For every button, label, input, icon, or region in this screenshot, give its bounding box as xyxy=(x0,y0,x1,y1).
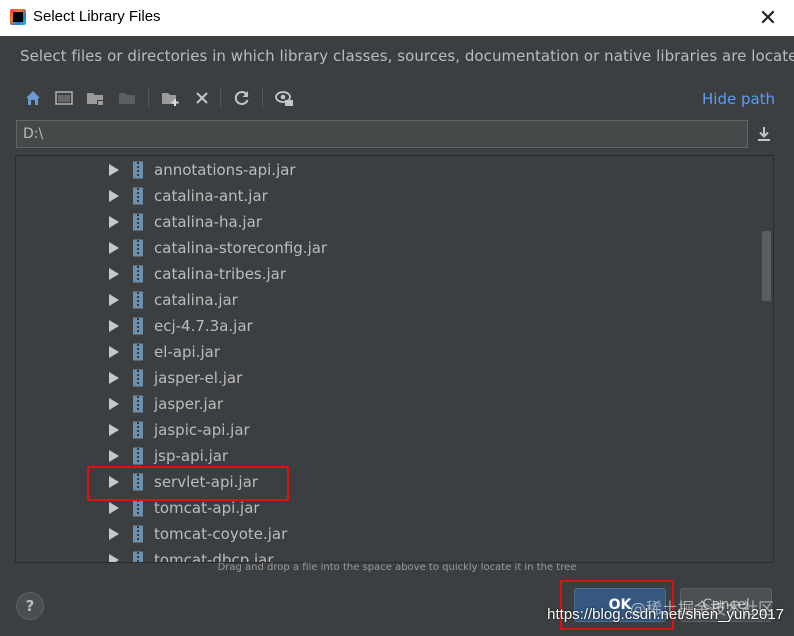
hide-path-link[interactable]: Hide path xyxy=(702,90,775,108)
dialog-description: Select files or directories in which lib… xyxy=(20,47,794,65)
tree-item-label: el-api.jar xyxy=(154,343,220,361)
tree-item-label: jaspic-api.jar xyxy=(154,421,250,439)
tree-item-label: catalina-ha.jar xyxy=(154,213,262,231)
expand-arrow-icon[interactable] xyxy=(109,502,119,514)
tree-item[interactable]: catalina-tribes.jar xyxy=(16,262,756,288)
tree-item-label: jasper.jar xyxy=(154,395,224,413)
jar-file-icon xyxy=(133,421,143,439)
tree-item-label: catalina-tribes.jar xyxy=(154,265,287,283)
tree-scrollbar[interactable] xyxy=(762,231,771,301)
tree-item-label: annotations-api.jar xyxy=(154,161,296,179)
jar-file-icon xyxy=(133,161,143,179)
tree-item[interactable]: catalina.jar xyxy=(16,288,756,314)
expand-arrow-icon[interactable] xyxy=(109,424,119,436)
highlight-box-servlet-api xyxy=(87,466,289,501)
tree-item[interactable]: tomcat-coyote.jar xyxy=(16,522,756,548)
jar-file-icon xyxy=(133,499,143,517)
expand-arrow-icon[interactable] xyxy=(109,164,119,176)
jar-file-icon xyxy=(133,239,143,257)
expand-arrow-icon[interactable] xyxy=(109,216,119,228)
help-button[interactable]: ? xyxy=(16,592,44,620)
jar-file-icon xyxy=(133,343,143,361)
tree-item[interactable]: jasper-el.jar xyxy=(16,366,756,392)
module-folder-icon[interactable] xyxy=(116,86,140,110)
desktop-icon[interactable] xyxy=(52,86,76,110)
jar-file-icon xyxy=(133,265,143,283)
tree-item[interactable]: tomcat-dbcp.jar xyxy=(16,548,756,562)
window-title: Select Library Files xyxy=(33,8,161,25)
toolbar-separator xyxy=(148,88,149,108)
download-icon[interactable] xyxy=(752,122,776,146)
jar-file-icon xyxy=(133,395,143,413)
expand-arrow-icon[interactable] xyxy=(109,398,119,410)
jar-file-icon xyxy=(133,317,143,335)
expand-arrow-icon[interactable] xyxy=(109,372,119,384)
tree-item[interactable]: catalina-storeconfig.jar xyxy=(16,236,756,262)
tree-item-label: ecj-4.7.3a.jar xyxy=(154,317,253,335)
expand-arrow-icon[interactable] xyxy=(109,450,119,462)
toolbar-separator xyxy=(220,88,221,108)
tree-item-label: jsp-api.jar xyxy=(154,447,229,465)
expand-arrow-icon[interactable] xyxy=(109,320,119,332)
new-folder-icon[interactable] xyxy=(159,86,183,110)
show-hidden-icon[interactable] xyxy=(272,86,296,110)
tree-item[interactable]: ecj-4.7.3a.jar xyxy=(16,314,756,340)
tree-item[interactable]: el-api.jar xyxy=(16,340,756,366)
toolbar xyxy=(18,84,778,112)
title-bar: Select Library Files ✕ xyxy=(0,0,794,36)
file-tree[interactable]: annotations-api.jar catalina-ant.jar cat… xyxy=(15,155,774,563)
jar-file-icon xyxy=(133,369,143,387)
tree-item-label: catalina.jar xyxy=(154,291,238,309)
toolbar-separator xyxy=(262,88,263,108)
drag-drop-hint: Drag and drop a file into the space abov… xyxy=(217,562,577,573)
tree-item-label: catalina-ant.jar xyxy=(154,187,268,205)
close-button[interactable]: ✕ xyxy=(754,4,782,32)
expand-arrow-icon[interactable] xyxy=(109,190,119,202)
expand-arrow-icon[interactable] xyxy=(109,268,119,280)
path-input[interactable] xyxy=(16,120,748,148)
project-folder-icon[interactable] xyxy=(84,86,108,110)
tree-item-label: tomcat-coyote.jar xyxy=(154,525,288,543)
tree-item[interactable]: catalina-ant.jar xyxy=(16,184,756,210)
refresh-icon[interactable] xyxy=(230,86,254,110)
expand-arrow-icon[interactable] xyxy=(109,346,119,358)
tree-item-label: jasper-el.jar xyxy=(154,369,243,387)
tree-item-label: catalina-storeconfig.jar xyxy=(154,239,328,257)
expand-arrow-icon[interactable] xyxy=(109,528,119,540)
jar-file-icon xyxy=(133,213,143,231)
tree-item[interactable]: jaspic-api.jar xyxy=(16,418,756,444)
expand-arrow-icon[interactable] xyxy=(109,294,119,306)
tree-item[interactable]: annotations-api.jar xyxy=(16,158,756,184)
expand-arrow-icon[interactable] xyxy=(109,242,119,254)
intellij-app-icon xyxy=(10,9,26,25)
home-icon[interactable] xyxy=(21,86,45,110)
watermark-url: https://blog.csdn.net/shen_yun2017 xyxy=(547,606,784,623)
jar-file-icon xyxy=(133,291,143,309)
delete-icon[interactable] xyxy=(190,86,214,110)
jar-file-icon xyxy=(133,525,143,543)
tree-item[interactable]: catalina-ha.jar xyxy=(16,210,756,236)
tree-item-label: tomcat-api.jar xyxy=(154,499,260,517)
jar-file-icon xyxy=(133,447,143,465)
tree-item[interactable]: jasper.jar xyxy=(16,392,756,418)
jar-file-icon xyxy=(133,187,143,205)
